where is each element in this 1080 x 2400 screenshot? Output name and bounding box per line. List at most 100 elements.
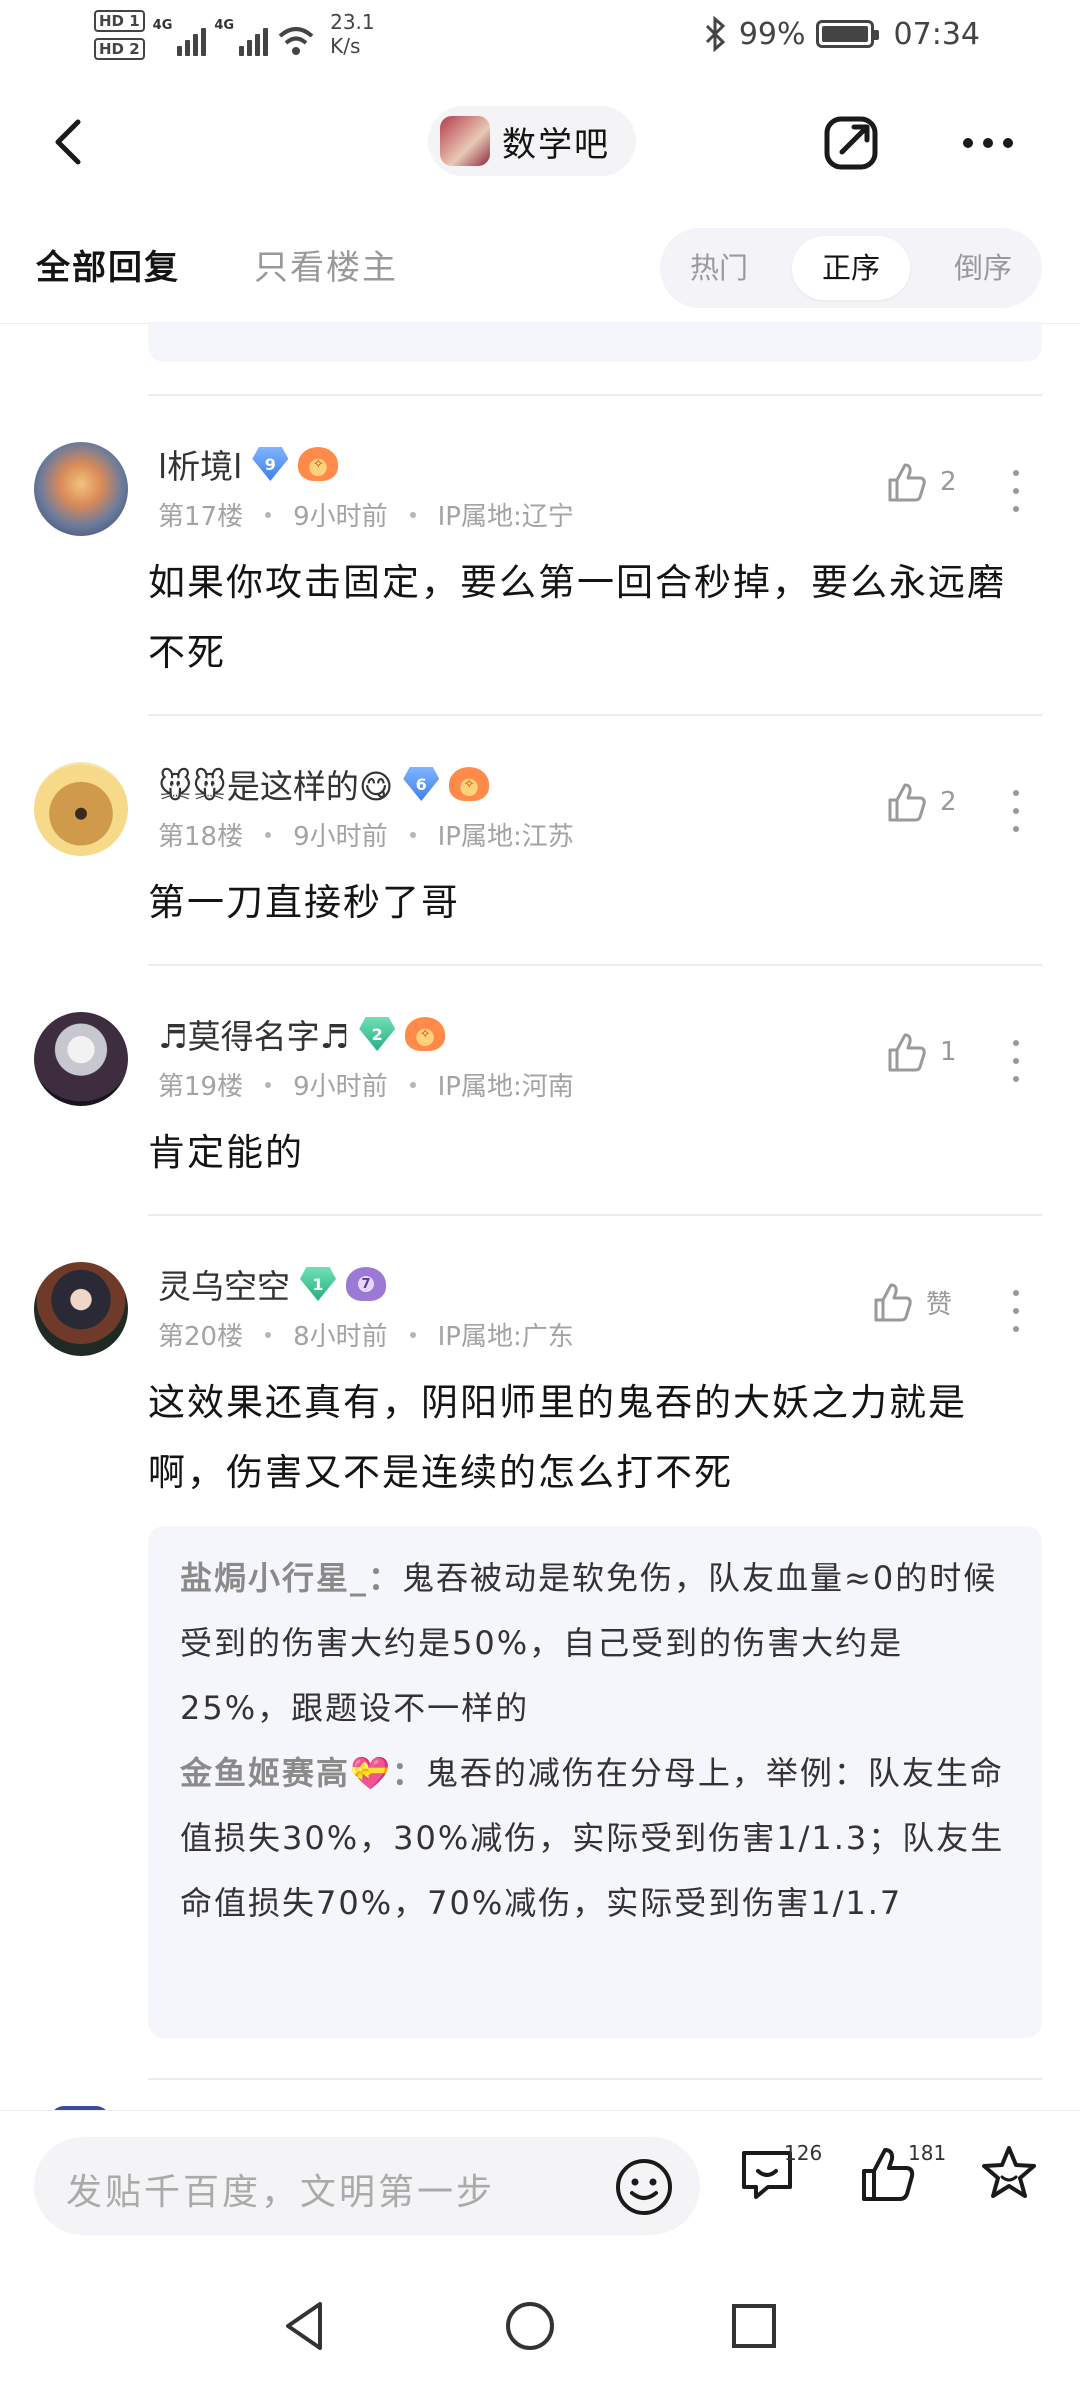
floor-number: 第18楼 <box>158 822 244 852</box>
avatar[interactable] <box>34 442 128 536</box>
nav-back-icon[interactable] <box>276 2296 336 2356</box>
floor-number: 第17楼 <box>158 502 244 532</box>
tab-all-replies[interactable]: 全部回复 <box>36 240 180 289</box>
like-count: 1 <box>940 1037 957 1067</box>
subreply-author[interactable]: 盐焗小行星_： <box>180 1559 402 1597</box>
system-nav-bar <box>0 2274 1080 2400</box>
reply-more-icon[interactable] <box>1004 1036 1028 1086</box>
subreply-box[interactable]: 盐焗小行星_：鬼吞被动是软免伤，队友血量≈0的时候受到的伤害大约是50%，自己受… <box>148 1526 1042 2038</box>
sort-ascending[interactable]: 正序 <box>792 236 910 300</box>
sort-hot[interactable]: 热门 <box>660 236 778 300</box>
avatar[interactable] <box>34 1262 128 1356</box>
username[interactable]: 灵乌空空 <box>158 1260 290 1308</box>
like-button[interactable]: 赞 <box>870 1280 952 1324</box>
divider <box>148 1214 1042 1216</box>
reply-content: 如果你攻击固定，要么第一回合秒掉，要么永远磨不死 <box>148 561 1006 674</box>
subreply-author[interactable]: 金鱼姬赛高💝： <box>180 1754 426 1792</box>
username-row: 🐭🐭是这样的😋 6 ✧ <box>158 760 490 808</box>
subreply-item[interactable]: 金鱼姬赛高💝：鬼吞的减伤在分母上，举例：队友生命值损失30%，30%减伤，实际受… <box>180 1741 1012 1936</box>
sim1-indicator: HD 1 <box>94 10 145 32</box>
level-badge: 1 <box>300 1267 336 1301</box>
status-bar: HD 1 HD 2 4G 4G 23.1 K/s 99% 07:34 <box>0 0 1080 80</box>
sim2-indicator: HD 2 <box>94 38 145 60</box>
divider <box>148 964 1042 966</box>
clock: 07:34 <box>893 16 980 52</box>
reply-meta: 第18楼 9小时前 IP属地:江苏 <box>158 816 574 853</box>
reply-more-icon[interactable] <box>1004 786 1028 836</box>
reply-meta: 第20楼 8小时前 IP属地:广东 <box>158 1316 574 1353</box>
ip-location: IP属地:河南 <box>437 1072 574 1102</box>
battery-percent: 99% <box>738 16 806 52</box>
sort-descending[interactable]: 倒序 <box>924 236 1042 300</box>
nav-recents-icon[interactable] <box>724 2296 784 2356</box>
like-count: 2 <box>940 467 957 497</box>
forum-name: 数学吧 <box>502 124 610 165</box>
status-left: HD 1 HD 2 4G 4G 23.1 K/s <box>94 10 375 60</box>
status-right: 99% 07:34 <box>703 16 980 52</box>
thumbs-up-icon <box>888 1033 926 1072</box>
battery-icon <box>815 20 879 48</box>
username-row: ♬莫得名字♬ 2 ✧ <box>158 1010 446 1058</box>
medal-icon: ✧ <box>449 767 490 801</box>
medal-icon: 7 <box>346 1267 386 1301</box>
level-badge: 2 <box>359 1017 396 1051</box>
avatar[interactable] <box>34 762 128 856</box>
username[interactable]: 🐭🐭是这样的😋 <box>158 760 393 808</box>
share-icon[interactable] <box>822 114 880 172</box>
ip-location: IP属地:辽宁 <box>437 502 574 532</box>
top-header: 数学吧 <box>0 92 1080 192</box>
network-speed: 23.1 K/s <box>330 10 375 58</box>
thumbs-up-icon <box>874 1283 912 1322</box>
star-icon[interactable] <box>978 2143 1040 2205</box>
divider <box>148 714 1042 716</box>
more-options-icon[interactable] <box>958 114 1018 172</box>
ip-location: IP属地:广东 <box>437 1322 574 1352</box>
forum-button[interactable]: 数学吧 <box>428 106 636 176</box>
back-arrow-icon[interactable] <box>42 114 98 170</box>
like-label: 赞 <box>926 1289 953 1320</box>
like-count: 181 <box>908 2141 947 2165</box>
forum-logo <box>440 116 490 166</box>
medal-icon: ✧ <box>405 1017 446 1051</box>
divider <box>148 2078 1042 2080</box>
reply-content: 这效果还真有，阴阳师里的鬼吞的大妖之力就是啊，伤害又不是连续的怎么打不死 <box>148 1381 967 1494</box>
username[interactable]: ♬莫得名字♬ <box>158 1010 349 1058</box>
divider <box>148 394 1042 396</box>
username[interactable]: l析境l <box>158 440 242 488</box>
thumbs-up-icon <box>888 783 926 822</box>
reply-meta: 第19楼 9小时前 IP属地:河南 <box>158 1066 574 1103</box>
reply-more-icon[interactable] <box>1004 466 1028 516</box>
reply-tabs: 全部回复 只看楼主 热门 正序 倒序 <box>0 228 1080 324</box>
avatar[interactable] <box>34 1012 128 1106</box>
floor-number: 第19楼 <box>158 1072 244 1102</box>
reply-time: 9小时前 <box>293 822 388 852</box>
signal-icon: 4G <box>153 10 207 56</box>
reply-time: 9小时前 <box>293 502 388 532</box>
like-button[interactable]: 2 <box>884 780 957 824</box>
reply-meta: 第17楼 9小时前 IP属地:辽宁 <box>158 496 574 533</box>
bottom-action-bar: 发贴千百度，文明第一步 126 181 <box>0 2110 1080 2274</box>
reply-time: 8小时前 <box>293 1322 388 1352</box>
nav-home-icon[interactable] <box>500 2296 560 2356</box>
like-button[interactable]: 2 <box>884 460 957 504</box>
reply-content: 肯定能的 <box>148 1131 304 1174</box>
thumbs-up-icon <box>888 463 926 502</box>
subreply-item[interactable]: 盐焗小行星_：鬼吞被动是软免伤，队友血量≈0的时候受到的伤害大约是50%，自己受… <box>180 1546 1012 1741</box>
previous-subreply-box <box>148 322 1042 362</box>
tab-owner-only[interactable]: 只看楼主 <box>254 240 398 289</box>
username-row: l析境l 9 ✧ <box>158 440 339 488</box>
reply-input[interactable]: 发贴千百度，文明第一步 <box>34 2137 700 2235</box>
comment-count: 126 <box>784 2141 823 2165</box>
medal-icon: ✧ <box>298 447 339 481</box>
bluetooth-icon <box>705 16 726 52</box>
emoji-icon[interactable] <box>614 2157 674 2217</box>
username-row: 灵乌空空 1 7 <box>158 1260 386 1308</box>
reply-placeholder: 发贴千百度，文明第一步 <box>66 2172 496 2213</box>
level-badge: 6 <box>403 767 440 801</box>
level-badge: 9 <box>252 447 289 481</box>
like-button[interactable]: 1 <box>884 1030 957 1074</box>
like-count: 2 <box>940 787 957 817</box>
reply-more-icon[interactable] <box>1004 1286 1028 1336</box>
sort-segment: 热门 正序 倒序 <box>660 228 1042 308</box>
ip-location: IP属地:江苏 <box>437 822 574 852</box>
